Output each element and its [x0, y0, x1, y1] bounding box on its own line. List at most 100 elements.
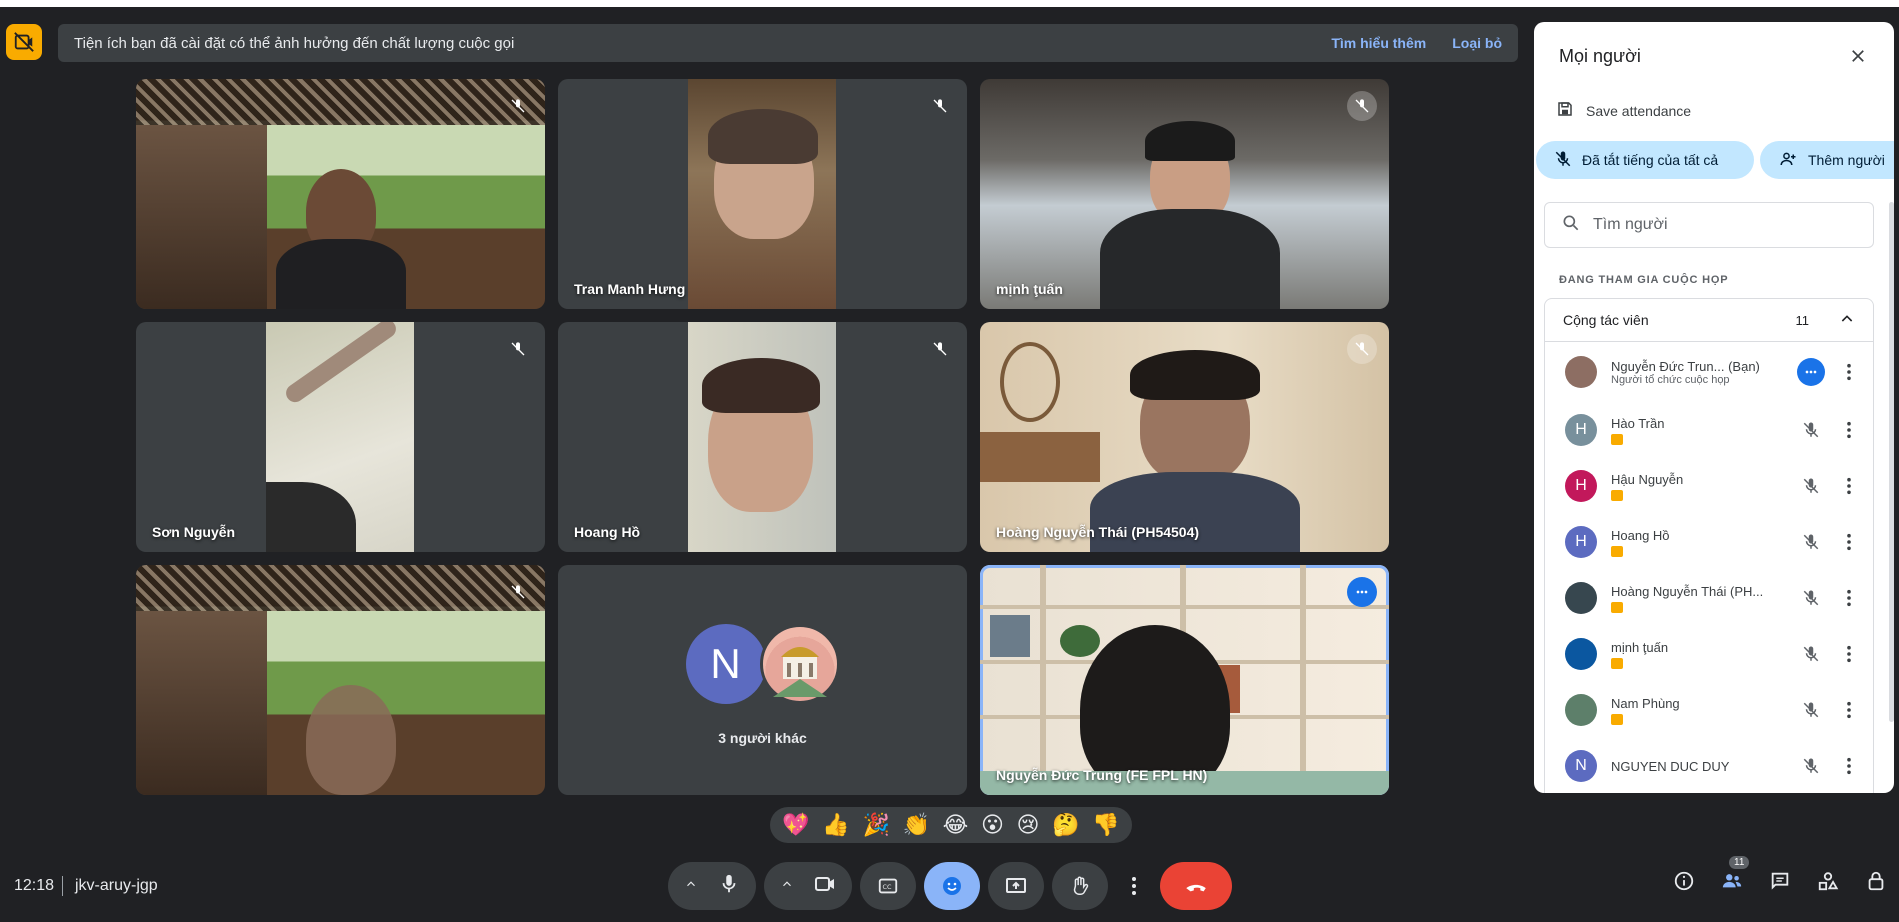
reaction-clap[interactable]: 👏: [903, 813, 930, 838]
camera-options-chevron-icon[interactable]: [780, 877, 794, 896]
chevron-up-icon: [1839, 311, 1855, 330]
save-attendance-button[interactable]: Save attendance: [1556, 100, 1691, 121]
search-placeholder: Tìm người: [1593, 216, 1668, 233]
reaction-thumbs-down[interactable]: 👎: [1092, 813, 1119, 838]
participant-row[interactable]: H Hoang Hồ: [1545, 514, 1873, 570]
video-tile-hao-tran[interactable]: Hào Trần: [136, 565, 545, 795]
people-icon[interactable]: 11: [1719, 856, 1750, 894]
dismiss-link[interactable]: Loại bỏ: [1452, 35, 1502, 51]
camera-button[interactable]: [813, 872, 837, 901]
video-tile-self[interactable]: Nguyễn Đức Trung (FE FPL HN): [980, 565, 1389, 795]
mic-options-chevron-icon[interactable]: [684, 877, 698, 896]
present-button[interactable]: [988, 862, 1044, 910]
video-tile-nam-phung[interactable]: Nam Phùng: [136, 79, 545, 309]
muted-mic-icon: [925, 334, 955, 364]
captions-button[interactable]: CC: [860, 862, 916, 910]
reaction-party[interactable]: 🎉: [862, 813, 889, 838]
muted-mic-icon: [503, 91, 533, 121]
mute-all-button[interactable]: Đã tắt tiếng của tất cả: [1536, 141, 1754, 179]
participant-name: Hào Trần: [1611, 415, 1665, 431]
video-tile-minh-tuan[interactable]: mịnh ţuấn: [980, 79, 1389, 309]
more-vert-icon[interactable]: [1837, 701, 1861, 719]
video-tile-others[interactable]: N 3 người khác: [558, 565, 967, 795]
participant-name: mịnh ţuấn: [1611, 639, 1669, 655]
mic-off-icon[interactable]: [1797, 696, 1825, 724]
learn-more-link[interactable]: Tìm hiểu thêm: [1331, 35, 1426, 51]
participant-row[interactable]: N NGUYEN DUC DUY: [1545, 738, 1873, 793]
reaction-thumbs-up[interactable]: 👍: [822, 813, 849, 838]
emoji-button[interactable]: [924, 862, 980, 910]
more-vert-icon[interactable]: [1837, 477, 1861, 495]
save-icon: [1556, 100, 1574, 121]
participant-name: Nam Phùng: [1611, 695, 1680, 711]
video-tile-son-nguyen[interactable]: Sơn Nguyễn: [136, 322, 545, 552]
extension-notice-bar: Tiện ích bạn đã cài đặt có thể ảnh hưởng…: [58, 24, 1518, 62]
extension-badge-icon: [1611, 601, 1623, 613]
participant-row[interactable]: Hoàng Nguyễn Thái (PH...: [1545, 570, 1873, 626]
add-people-button[interactable]: Thêm người: [1760, 141, 1894, 179]
extension-badge-icon: [1611, 657, 1623, 669]
more-vert-icon[interactable]: [1837, 533, 1861, 551]
participant-row[interactable]: H Hào Trần: [1545, 402, 1873, 458]
speaking-indicator-icon: [1347, 577, 1377, 607]
close-icon[interactable]: [1846, 44, 1870, 68]
activities-icon[interactable]: [1815, 868, 1841, 894]
mic-off-icon[interactable]: [1797, 640, 1825, 668]
participant-video: [266, 322, 414, 552]
mic-off-icon[interactable]: [1797, 752, 1825, 780]
more-actions-icon[interactable]: [1797, 358, 1825, 386]
mic-off-icon[interactable]: [1797, 472, 1825, 500]
mic-off-icon[interactable]: [1797, 528, 1825, 556]
participant-name: Hậu Nguyễn: [1611, 471, 1684, 487]
avatar: H: [1565, 414, 1597, 446]
video-tile-hoang-nguyen-thai[interactable]: Hoàng Nguyễn Thái (PH54504): [980, 322, 1389, 552]
mic-control: [668, 862, 756, 910]
save-attendance-label: Save attendance: [1586, 102, 1692, 119]
more-vert-icon[interactable]: [1837, 757, 1861, 775]
chat-icon[interactable]: [1767, 868, 1793, 894]
mic-button[interactable]: [718, 873, 740, 900]
reaction-heart[interactable]: 💖: [782, 813, 809, 838]
mic-off-icon[interactable]: [1797, 416, 1825, 444]
leave-call-button[interactable]: [1160, 862, 1232, 910]
more-options-button[interactable]: [1116, 862, 1152, 910]
reaction-laugh[interactable]: 😂: [943, 813, 969, 838]
more-vert-icon[interactable]: [1837, 363, 1861, 381]
more-vert-icon[interactable]: [1837, 645, 1861, 663]
participant-list: Nguyễn Đức Trun... (Bạn) Người tổ chức cu…: [1544, 342, 1874, 793]
participant-name: Hoàng Nguyễn Thái (PH...: [1611, 583, 1764, 599]
participant-name: Nguyễn Đức Trun... (Bạn): [1611, 358, 1760, 374]
reaction-thinking[interactable]: 🤔: [1052, 813, 1079, 838]
participant-row[interactable]: H Hậu Nguyễn: [1545, 458, 1873, 514]
mic-off-icon[interactable]: [1797, 584, 1825, 612]
video-tile-tran-manh-hung[interactable]: Tran Manh Hưng: [558, 79, 967, 309]
participant-row[interactable]: Nguyễn Đức Trun... (Bạn) Người tổ chức cu…: [1545, 342, 1873, 402]
participant-row[interactable]: mịnh ţuấn: [1545, 626, 1873, 682]
video-tile-hoang-ho[interactable]: Hoang Hồ: [558, 322, 967, 552]
search-people-input[interactable]: Tìm người: [1544, 202, 1874, 248]
reaction-sad[interactable]: 😢: [1017, 813, 1040, 838]
raise-hand-button[interactable]: [1052, 862, 1108, 910]
more-vert-icon[interactable]: [1837, 589, 1861, 607]
avatar: H: [1565, 526, 1597, 558]
participant-video: [688, 322, 836, 552]
add-person-icon: [1778, 150, 1798, 171]
group-header-collaborators[interactable]: Cộng tác viên 11: [1544, 298, 1874, 342]
tile-name: Hào Trần: [152, 767, 212, 783]
reaction-surprised[interactable]: 😮: [981, 813, 1004, 838]
tile-name: Tran Manh Hưng: [574, 281, 686, 297]
meeting-code[interactable]: jkv-aruy-jgp: [75, 877, 158, 895]
people-panel: Mọi người Save attendance Đã tắt tiếng c…: [1534, 22, 1894, 793]
participant-row[interactable]: Nam Phùng: [1545, 682, 1873, 738]
host-controls-icon[interactable]: [1863, 868, 1889, 894]
avatar: N: [685, 624, 766, 704]
scrollbar[interactable]: [1889, 202, 1894, 722]
extension-badge-icon: [1611, 545, 1623, 557]
panel-title: Mọi người: [1559, 46, 1641, 66]
clock: 12:18: [14, 877, 55, 894]
extension-warning-icon[interactable]: [6, 24, 42, 60]
video-grid: Nam Phùng Tran Manh Hưng mịnh ţuấn Sơn N…: [136, 79, 1390, 795]
more-vert-icon[interactable]: [1837, 421, 1861, 439]
tile-name: Nam Phùng: [152, 281, 230, 297]
info-icon[interactable]: [1671, 868, 1697, 894]
